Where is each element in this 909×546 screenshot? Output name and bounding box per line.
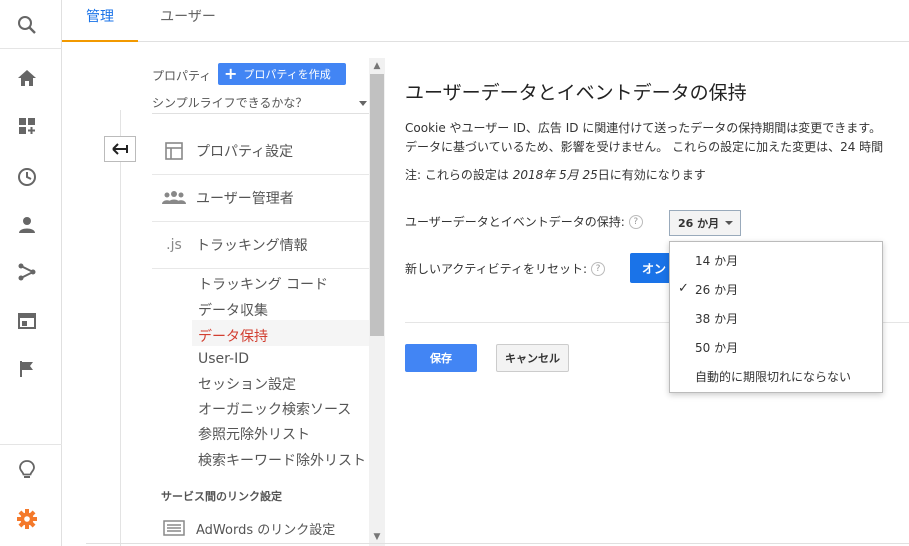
tab-user[interactable]: ユーザー [148,0,228,42]
nav-user-id[interactable]: User-ID [198,351,249,367]
help-icon[interactable]: ? [591,261,606,276]
customization-icon[interactable] [14,113,40,139]
search-icon[interactable] [14,12,40,38]
realtime-clock-icon[interactable] [14,164,40,190]
retention-dropdown[interactable]: 26 か月 [669,210,741,236]
checkmark-icon: ✓ [678,281,689,296]
note-date: 2018年 5月 25 [512,168,598,182]
property-label: プロパティ [152,69,212,83]
rail-divider [0,48,62,49]
top-tabs: 管理 ユーザー [62,0,909,42]
description: Cookie やユーザー ID、広告 ID に関連付けて送ったデータの保持期間は… [405,119,883,157]
option-label: 38 か月 [695,312,739,326]
option-50-months[interactable]: 50 か月 [670,333,882,362]
note-prefix: 注: これらの設定は [405,168,513,182]
option-label: 50 か月 [695,341,739,355]
reset-label: 新しいアクティビティをリセット: [405,262,588,276]
acquisition-icon[interactable] [14,259,40,285]
save-button[interactable]: 保存 [405,344,477,372]
option-label: 26 か月 [695,283,739,297]
property-selector[interactable]: シンプルライフできるかな？ [152,92,369,114]
behavior-icon[interactable] [14,308,40,334]
analytics-admin-app: 管理 ユーザー プロパティ + プロパティを作成 シンプルライフできるかな？ プ… [0,0,909,546]
description-line-2: データに基づいているため、影響を受けません。 これらの設定に加えた変更は、24 … [405,140,884,154]
effective-date-note: 注: これらの設定は 2018年 5月 25日に有効になります [405,166,706,183]
nav-adwords-linking[interactable]: AdWords のリンク設定 [152,513,369,543]
list-window-icon [162,516,186,540]
js-icon: .js [166,237,182,253]
admin-nav: プロパティ + プロパティを作成 シンプルライフできるかな？ プロパティ設定 ユ… [152,58,369,546]
nav-data-retention[interactable]: データ保持 [198,326,268,346]
scroll-down-icon[interactable]: ▼ [372,532,382,542]
create-property-label: プロパティを作成 [243,68,331,81]
option-do-not-expire[interactable]: 自動的に期限切れにならない [670,362,882,391]
column-connector [120,110,121,136]
people-icon [162,186,186,210]
retention-row: ユーザーデータとイベントデータの保持: ? [405,213,643,230]
lightbulb-icon[interactable] [14,457,40,483]
plus-icon: + [224,64,238,83]
nav-property-settings-label: プロパティ設定 [196,144,294,160]
page-title: ユーザーデータとイベントデータの保持 [405,82,747,104]
option-38-months[interactable]: 38 か月 [670,304,882,333]
nav-tracking-code[interactable]: トラッキング コード [198,274,328,294]
option-14-months[interactable]: 14 か月 [670,246,882,275]
column-connector [120,162,121,546]
nav-tracking-info[interactable]: .js トラッキング情報 [152,222,369,269]
home-icon[interactable] [14,65,40,91]
back-button[interactable] [104,136,136,162]
retention-label: ユーザーデータとイベントデータの保持: [405,215,625,229]
retention-options-menu: 14 か月 ✓ 26 か月 38 か月 50 か月 自動的に期限切れにならない [669,241,883,393]
back-arrow-icon [112,143,128,155]
nav-search-term-exclusion[interactable]: 検索キーワード除外リスト [198,450,366,470]
property-name: シンプルライフできるかな？ [152,96,308,110]
scroll-thumb[interactable] [370,74,384,336]
description-line-1: Cookie やユーザー ID、広告 ID に関連付けて送ったデータの保持期間は… [405,121,882,135]
nav-referral-exclusion[interactable]: 参照元除外リスト [198,424,310,444]
settings-gear-icon[interactable] [14,506,40,532]
reset-row: 新しいアクティビティをリセット: ? [405,260,606,277]
caret-down-icon [359,101,367,106]
nav-user-management[interactable]: ユーザー管理者 [152,175,369,222]
nav-scrollbar[interactable]: ▲ ▼ [369,58,385,546]
caret-down-icon [725,221,734,225]
rail-divider [0,444,62,445]
scroll-up-icon[interactable]: ▲ [372,61,382,71]
product-linking-heading: サービス間のリンク設定 [161,490,282,503]
create-property-button[interactable]: + プロパティを作成 [218,63,346,85]
option-label: 14 か月 [695,254,739,268]
left-rail [0,0,62,546]
nav-property-settings[interactable]: プロパティ設定 [152,128,369,175]
tab-admin[interactable]: 管理 [62,0,138,42]
bottom-divider [86,543,909,544]
note-suffix: 日に有効になります [597,168,706,182]
audience-person-icon[interactable] [14,212,40,238]
nav-user-management-label: ユーザー管理者 [196,191,294,207]
cancel-button[interactable]: キャンセル [496,344,569,372]
layout-icon [162,139,186,163]
help-icon[interactable]: ? [628,214,643,229]
nav-session-settings[interactable]: セッション設定 [198,374,296,394]
retention-value: 26 か月 [678,217,720,230]
option-26-months[interactable]: ✓ 26 か月 [670,275,882,304]
option-label: 自動的に期限切れにならない [695,370,852,384]
nav-data-collection[interactable]: データ収集 [198,300,268,320]
nav-organic-search-sources[interactable]: オーガニック検索ソース [198,399,351,419]
nav-tracking-info-label: トラッキング情報 [196,238,308,254]
nav-adwords-linking-label: AdWords のリンク設定 [196,522,336,538]
conversions-flag-icon[interactable] [14,356,40,382]
